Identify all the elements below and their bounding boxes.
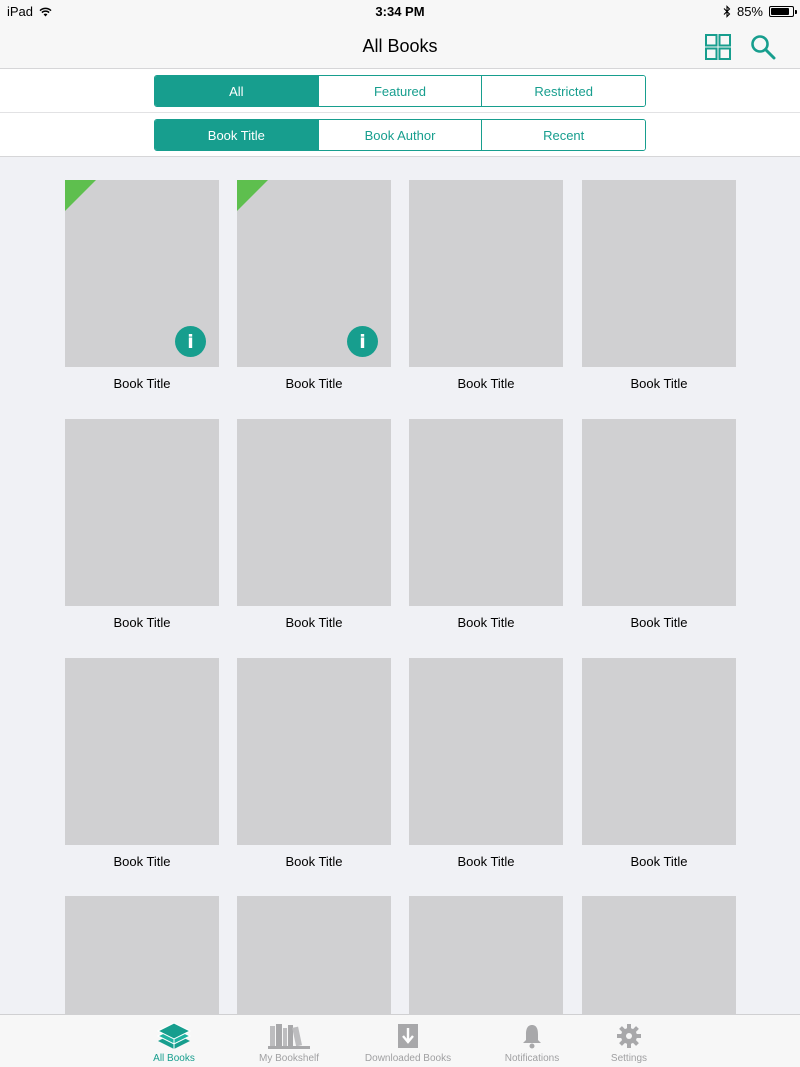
book-cover[interactable] <box>582 658 736 845</box>
book-title: Book Title <box>113 854 171 869</box>
battery-fill <box>771 8 789 15</box>
tab-label: Downloaded Books <box>364 1053 452 1064</box>
book-cover[interactable] <box>237 658 391 845</box>
grid-view-icon[interactable] <box>705 34 731 60</box>
book-item[interactable]: Book Title <box>409 419 563 630</box>
status-bar: iPad 3:34 PM 85% <box>0 0 800 24</box>
book-item[interactable] <box>237 896 391 1014</box>
tab-label: My Bookshelf <box>258 1053 320 1064</box>
battery-icon <box>769 6 797 17</box>
tab-label: All Books <box>153 1053 195 1064</box>
status-right: 85% <box>723 4 797 19</box>
tab-bar: All Books My Bookshelf Downloaded Books Not… <box>0 1014 800 1067</box>
book-cover[interactable] <box>409 180 563 367</box>
book-item[interactable]: Book Title <box>409 180 563 391</box>
book-title: Book Title <box>630 854 688 869</box>
download-icon <box>353 1021 463 1051</box>
book-title: Book Title <box>113 376 171 391</box>
book-cover[interactable]: i <box>237 180 391 367</box>
book-cover[interactable]: i <box>65 180 219 367</box>
tab-downloaded-books[interactable]: Downloaded Books <box>353 1021 463 1064</box>
book-item[interactable]: i Book Title <box>65 180 219 391</box>
new-badge-corner <box>65 180 96 211</box>
filter-tab-restricted[interactable]: Restricted <box>482 76 645 106</box>
search-icon[interactable] <box>750 34 776 60</box>
book-cover[interactable] <box>582 419 736 606</box>
filter-bar: All Featured Restricted <box>0 69 800 113</box>
tab-settings[interactable]: Settings <box>574 1021 684 1064</box>
book-grid: i Book Title i Book Title Book Title Book Tit… <box>0 158 800 1014</box>
info-icon[interactable]: i <box>175 326 206 357</box>
tab-label: Settings <box>610 1053 648 1064</box>
sort-tab-book-title[interactable]: Book Title <box>155 120 319 150</box>
book-title: Book Title <box>457 615 515 630</box>
book-item[interactable] <box>65 896 219 1014</box>
book-cover[interactable] <box>409 896 563 1014</box>
book-item[interactable]: Book Title <box>65 658 219 869</box>
sort-tab-book-author[interactable]: Book Author <box>318 120 483 150</box>
book-cover[interactable] <box>237 896 391 1014</box>
filter-tab-all[interactable]: All <box>155 76 319 106</box>
book-title: Book Title <box>630 615 688 630</box>
book-cover[interactable] <box>582 896 736 1014</box>
navigation-bar: All Books <box>0 24 800 69</box>
bluetooth-icon <box>723 5 731 18</box>
book-item[interactable]: Book Title <box>237 658 391 869</box>
bell-icon <box>477 1021 587 1051</box>
book-item[interactable]: Book Title <box>582 419 736 630</box>
book-title: Book Title <box>285 615 343 630</box>
book-cover[interactable] <box>409 658 563 845</box>
book-title: Book Title <box>285 854 343 869</box>
page-title: All Books <box>362 36 438 56</box>
info-icon[interactable]: i <box>347 326 378 357</box>
sort-segmented-control: Book Title Book Author Recent <box>154 119 646 151</box>
book-title: Book Title <box>630 376 688 391</box>
status-time: 3:34 PM <box>375 4 425 19</box>
book-title: Book Title <box>457 854 515 869</box>
book-item[interactable]: Book Title <box>582 180 736 391</box>
book-item[interactable]: Book Title <box>65 419 219 630</box>
books-stack-icon <box>119 1021 229 1051</box>
book-item[interactable] <box>582 896 736 1014</box>
book-cover[interactable] <box>65 419 219 606</box>
book-item[interactable]: Book Title <box>237 419 391 630</box>
book-cover[interactable] <box>237 419 391 606</box>
bookshelf-icon <box>234 1021 344 1051</box>
gear-icon <box>574 1021 684 1051</box>
book-cover[interactable] <box>65 896 219 1014</box>
book-cover[interactable] <box>582 180 736 367</box>
sort-bar: Book Title Book Author Recent <box>0 113 800 157</box>
tab-my-bookshelf[interactable]: My Bookshelf <box>234 1021 344 1064</box>
book-cover[interactable] <box>409 419 563 606</box>
filter-segmented-control: All Featured Restricted <box>154 75 646 107</box>
book-title: Book Title <box>113 615 171 630</box>
tab-all-books[interactable]: All Books <box>119 1021 229 1064</box>
book-title: Book Title <box>457 376 515 391</box>
tab-notifications[interactable]: Notifications <box>477 1021 587 1064</box>
book-title: Book Title <box>285 376 343 391</box>
battery-percent: 85% <box>736 4 763 19</box>
book-item[interactable] <box>409 896 563 1014</box>
filter-tab-featured[interactable]: Featured <box>318 76 483 106</box>
tab-label: Notifications <box>504 1053 560 1064</box>
book-item[interactable]: Book Title <box>409 658 563 869</box>
book-item[interactable]: i Book Title <box>237 180 391 391</box>
sort-tab-recent[interactable]: Recent <box>482 120 645 150</box>
book-item[interactable]: Book Title <box>582 658 736 869</box>
book-cover[interactable] <box>65 658 219 845</box>
new-badge-corner <box>237 180 268 211</box>
